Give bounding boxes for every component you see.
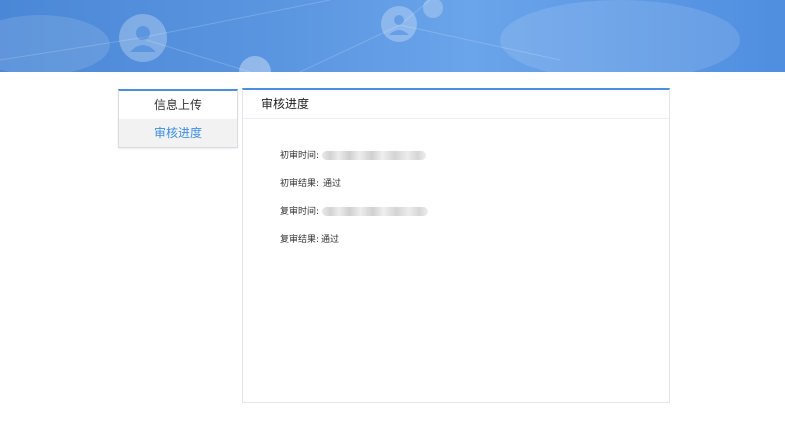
- first-review-result-row: 初审结果: 通过: [280, 177, 341, 191]
- redacted-value: [322, 207, 429, 216]
- panel-title: 审核进度: [243, 90, 669, 119]
- banner-network-decoration: [0, 0, 740, 72]
- user-icon: [423, 0, 443, 18]
- sidebar-item-info-upload[interactable]: 信息上传: [119, 91, 237, 119]
- first-review-time-row: 初审时间:: [280, 149, 427, 163]
- redacted-value: [322, 151, 427, 160]
- user-icon: [119, 14, 167, 62]
- second-review-result-value: 通过: [321, 235, 340, 245]
- second-review-time-label: 复审时间:: [280, 207, 320, 217]
- sidebar-nav: 信息上传 审核进度: [118, 89, 238, 148]
- first-review-result-label: 初审结果:: [280, 179, 320, 189]
- second-review-result-label: 复审结果:: [280, 235, 320, 245]
- first-review-time-label: 初审时间:: [280, 151, 320, 161]
- sidebar-item-review-progress[interactable]: 审核进度: [119, 119, 237, 147]
- header-banner: [0, 0, 785, 72]
- user-icon: [381, 6, 417, 42]
- review-progress-panel: 审核进度 初审时间: 初审结果: 通过 复审时间: 复审结果: 通过: [242, 88, 670, 403]
- second-review-result-row: 复审结果: 通过: [280, 233, 339, 247]
- first-review-result-value: 通过: [323, 179, 342, 189]
- second-review-time-row: 复审时间:: [280, 205, 429, 219]
